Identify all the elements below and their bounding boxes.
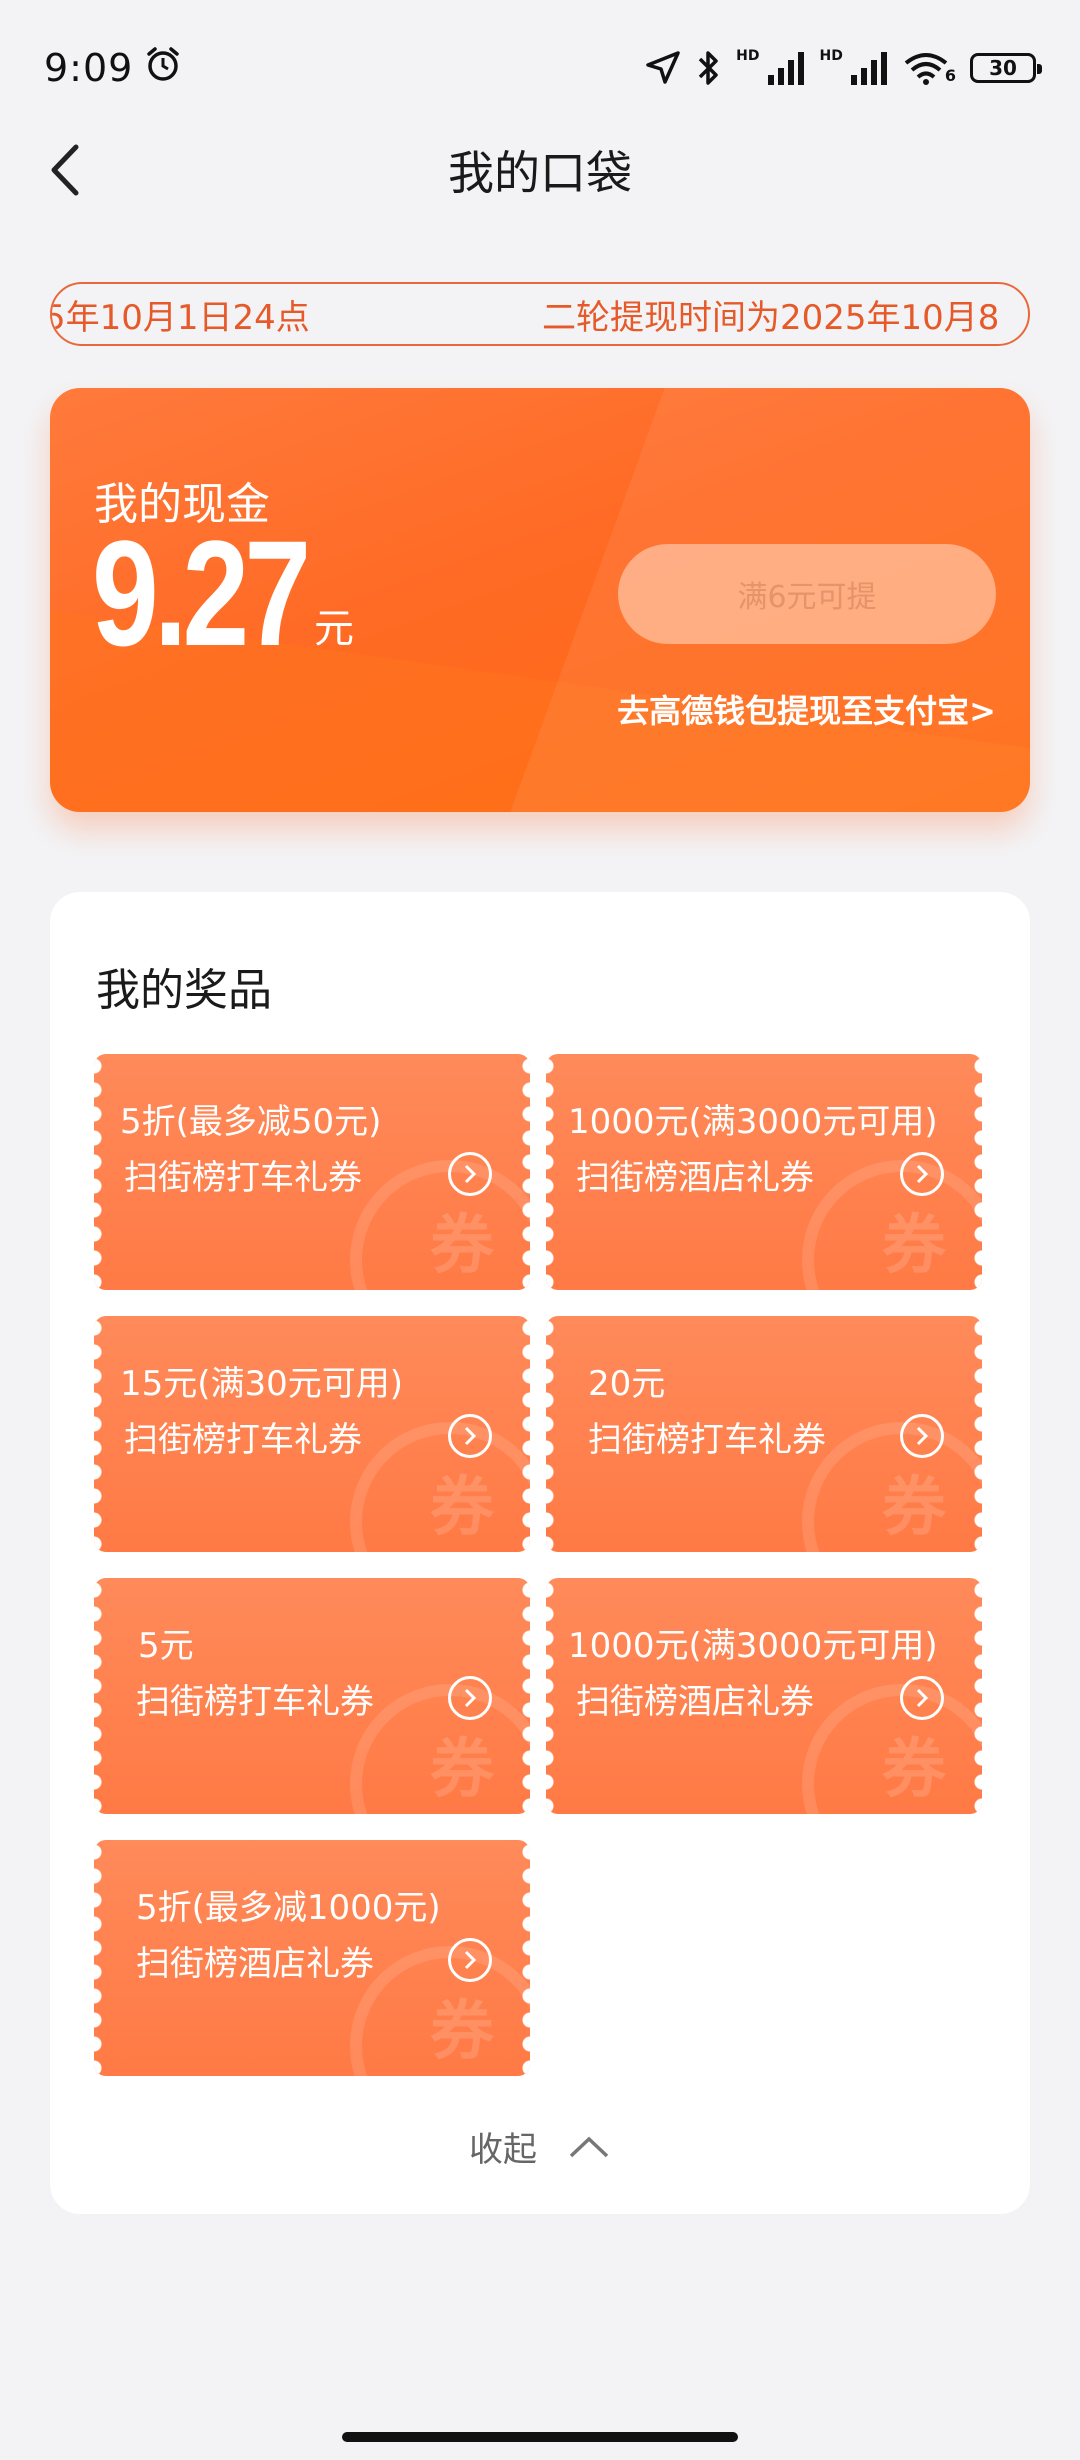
status-right: HD HD 6 30 [644,48,1042,88]
location-icon [644,49,682,87]
coupon-title: 15元(满30元可用) [120,1364,404,1404]
status-time: 9:09 [44,46,134,90]
status-bar: 9:09 HD HD 6 30 [0,0,1080,136]
coupon-stamp: 券 [430,1209,494,1283]
coupon-subtitle: 扫街榜酒店礼券 [576,1158,814,1198]
chevron-left-icon [51,144,79,196]
coupon-card[interactable]: 券 5元 扫街榜打车礼券 [94,1578,530,1814]
coupon-title: 5折(最多减1000元) [136,1888,441,1928]
coupon-stamp: 券 [882,1733,946,1807]
coupon-subtitle: 扫街榜打车礼券 [136,1682,374,1722]
prizes-panel: 我的奖品 券 5折(最多减50元) 扫街榜打车礼券 券 1000元(满3000元… [50,892,1030,2214]
home-indicator[interactable] [342,2432,738,2442]
coupon-card[interactable]: 券 1000元(满3000元可用) 扫街榜酒店礼券 [546,1054,982,1290]
coupon-subtitle: 扫街榜打车礼券 [124,1158,362,1198]
coupon-card[interactable]: 券 15元(满30元可用) 扫街榜打车礼券 [94,1316,530,1552]
nav-header: 我的口袋 [0,120,1080,220]
status-left: 9:09 [44,44,183,93]
chevron-right-circle-icon[interactable] [448,1152,492,1196]
chevron-right-circle-icon[interactable] [900,1414,944,1458]
chevron-right-circle-icon[interactable] [448,1676,492,1720]
coupon-card[interactable]: 券 5折(最多减50元) 扫街榜打车礼券 [94,1054,530,1290]
chevron-up-icon [569,2136,609,2157]
cash-card: 我的现金 9.27 元 满6元可提 去高德钱包提现至支付宝> [50,388,1030,812]
signal-icon [849,51,889,85]
cash-amount-row: 9.27 元 [92,518,354,668]
battery-icon: 30 [970,53,1042,83]
coupon-card[interactable]: 券 5折(最多减1000元) 扫街榜酒店礼券 [94,1840,530,2076]
chevron-right-circle-icon[interactable] [900,1152,944,1196]
coupon-stamp: 券 [430,1733,494,1807]
withdraw-notice-marquee: 5年10月1日24点 二轮提现时间为2025年10月8 [50,282,1030,346]
alipay-withdraw-link[interactable]: 去高德钱包提现至支付宝> [617,686,996,732]
notice-text: 二轮提现时间为2025年10月8 [542,297,1000,338]
coupon-title: 1000元(满3000元可用) [568,1626,938,1666]
hd-badge: HD [736,48,760,64]
page-title: 我的口袋 [448,146,632,200]
my-pocket-page: 9:09 HD HD 6 30 我的口袋 5年10月1日24点 二轮提现时间为2… [0,0,1080,2460]
collapse-label: 收起 [469,2130,537,2170]
coupon-title: 20元 [588,1364,666,1404]
chevron-right-circle-icon[interactable] [448,1938,492,1982]
coupon-stamp: 券 [882,1471,946,1545]
coupon-title: 1000元(满3000元可用) [568,1102,938,1142]
notice-text: 5年10月1日24点 [50,297,310,338]
wifi-icon: 6 [903,51,956,85]
coupon-subtitle: 扫街榜打车礼券 [588,1420,826,1460]
coupon-subtitle: 扫街榜酒店礼券 [136,1944,374,1984]
coupon-stamp: 券 [430,1995,494,2069]
coupon-card[interactable]: 券 20元 扫街榜打车礼券 [546,1316,982,1552]
coupon-title: 5元 [138,1626,194,1666]
coupon-subtitle: 扫街榜酒店礼券 [576,1682,814,1722]
coupon-subtitle: 扫街榜打车礼券 [124,1420,362,1460]
coupon-stamp: 券 [430,1471,494,1545]
wifi-badge: 6 [944,66,956,85]
back-button[interactable] [36,140,96,200]
cash-unit: 元 [313,606,354,652]
chevron-right-circle-icon[interactable] [448,1414,492,1458]
alarm-icon [143,44,183,93]
bluetooth-icon [696,48,722,88]
coupon-card[interactable]: 券 1000元(满3000元可用) 扫街榜酒店礼券 [546,1578,982,1814]
coupon-stamp: 券 [882,1209,946,1283]
cash-amount: 9.27 [92,509,311,677]
chevron-right-circle-icon[interactable] [900,1676,944,1720]
withdraw-button[interactable]: 满6元可提 [618,544,996,644]
signal-icon [766,51,806,85]
collapse-button[interactable]: 收起 [50,2122,1030,2171]
coupon-title: 5折(最多减50元) [120,1102,382,1142]
hd-badge: HD [819,48,843,64]
prizes-title: 我的奖品 [96,965,272,1016]
